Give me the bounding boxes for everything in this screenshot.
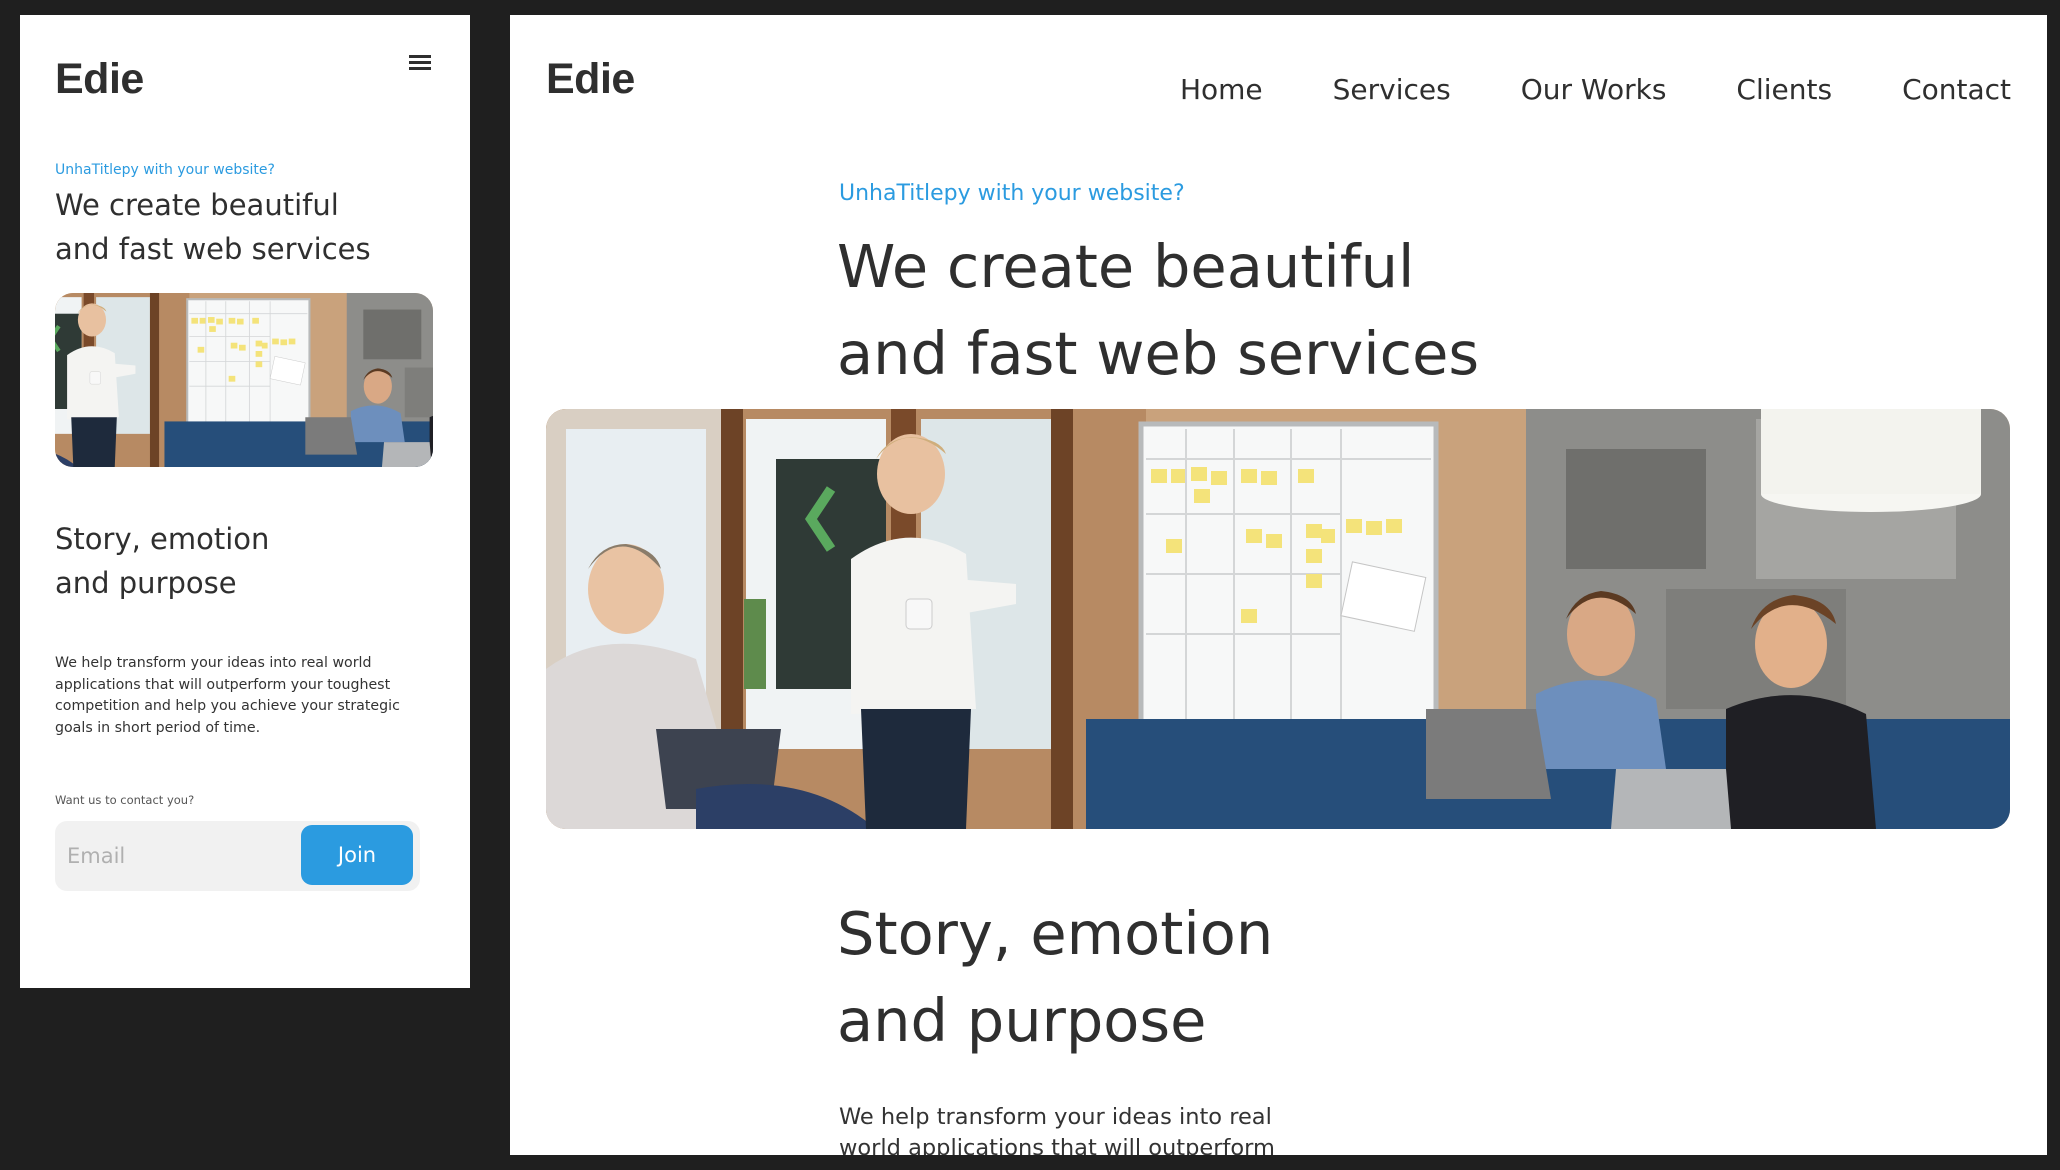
story-title-line: and purpose [837,986,1207,1055]
story-title: Story, emotion and purpose [837,890,1637,1064]
main-nav: Home Services Our Works Clients Contact [1180,73,2011,106]
join-button[interactable]: Join [301,825,413,885]
app-canvas: Edie UnhaTitlepy with your website? We c… [0,0,2060,1170]
logo[interactable]: Edie [55,55,144,104]
hero-title: We create beautiful and fast web service… [55,183,445,271]
hero-title: We create beautiful and fast web service… [837,223,1737,397]
nav-clients[interactable]: Clients [1736,73,1832,106]
hero-eyebrow: UnhaTitlepy with your website? [839,181,1185,206]
email-input[interactable] [67,839,287,873]
nav-our-works[interactable]: Our Works [1521,73,1667,106]
hamburger-menu-icon[interactable] [409,55,431,75]
logo[interactable]: Edie [546,55,635,104]
nav-home[interactable]: Home [1180,73,1263,106]
story-title: Story, emotion and purpose [55,517,435,605]
story-title-line: and purpose [55,566,237,600]
story-title-line: Story, emotion [837,899,1274,968]
contact-form: Join [55,821,420,891]
hero-image [546,409,2010,829]
story-description: We help transform your ideas into real w… [55,655,400,736]
story-description: We help transform your ideas into real w… [839,1104,1275,1155]
hero-title-line: and fast web services [837,319,1480,388]
mobile-preview: Edie UnhaTitlepy with your website? We c… [20,15,470,988]
nav-services[interactable]: Services [1333,73,1451,106]
desktop-preview: Edie Home Services Our Works Clients Con… [510,15,2047,1155]
hero-title-line: We create beautiful [837,232,1415,301]
hero-eyebrow: UnhaTitlepy with your website? [55,162,275,178]
contact-label: Want us to contact you? [55,793,195,807]
hero-title-line: We create beautiful [55,188,339,222]
hero-title-line: and fast web services [55,232,371,266]
hero-image [55,293,433,467]
story-title-line: Story, emotion [55,522,270,556]
nav-contact[interactable]: Contact [1902,73,2011,106]
